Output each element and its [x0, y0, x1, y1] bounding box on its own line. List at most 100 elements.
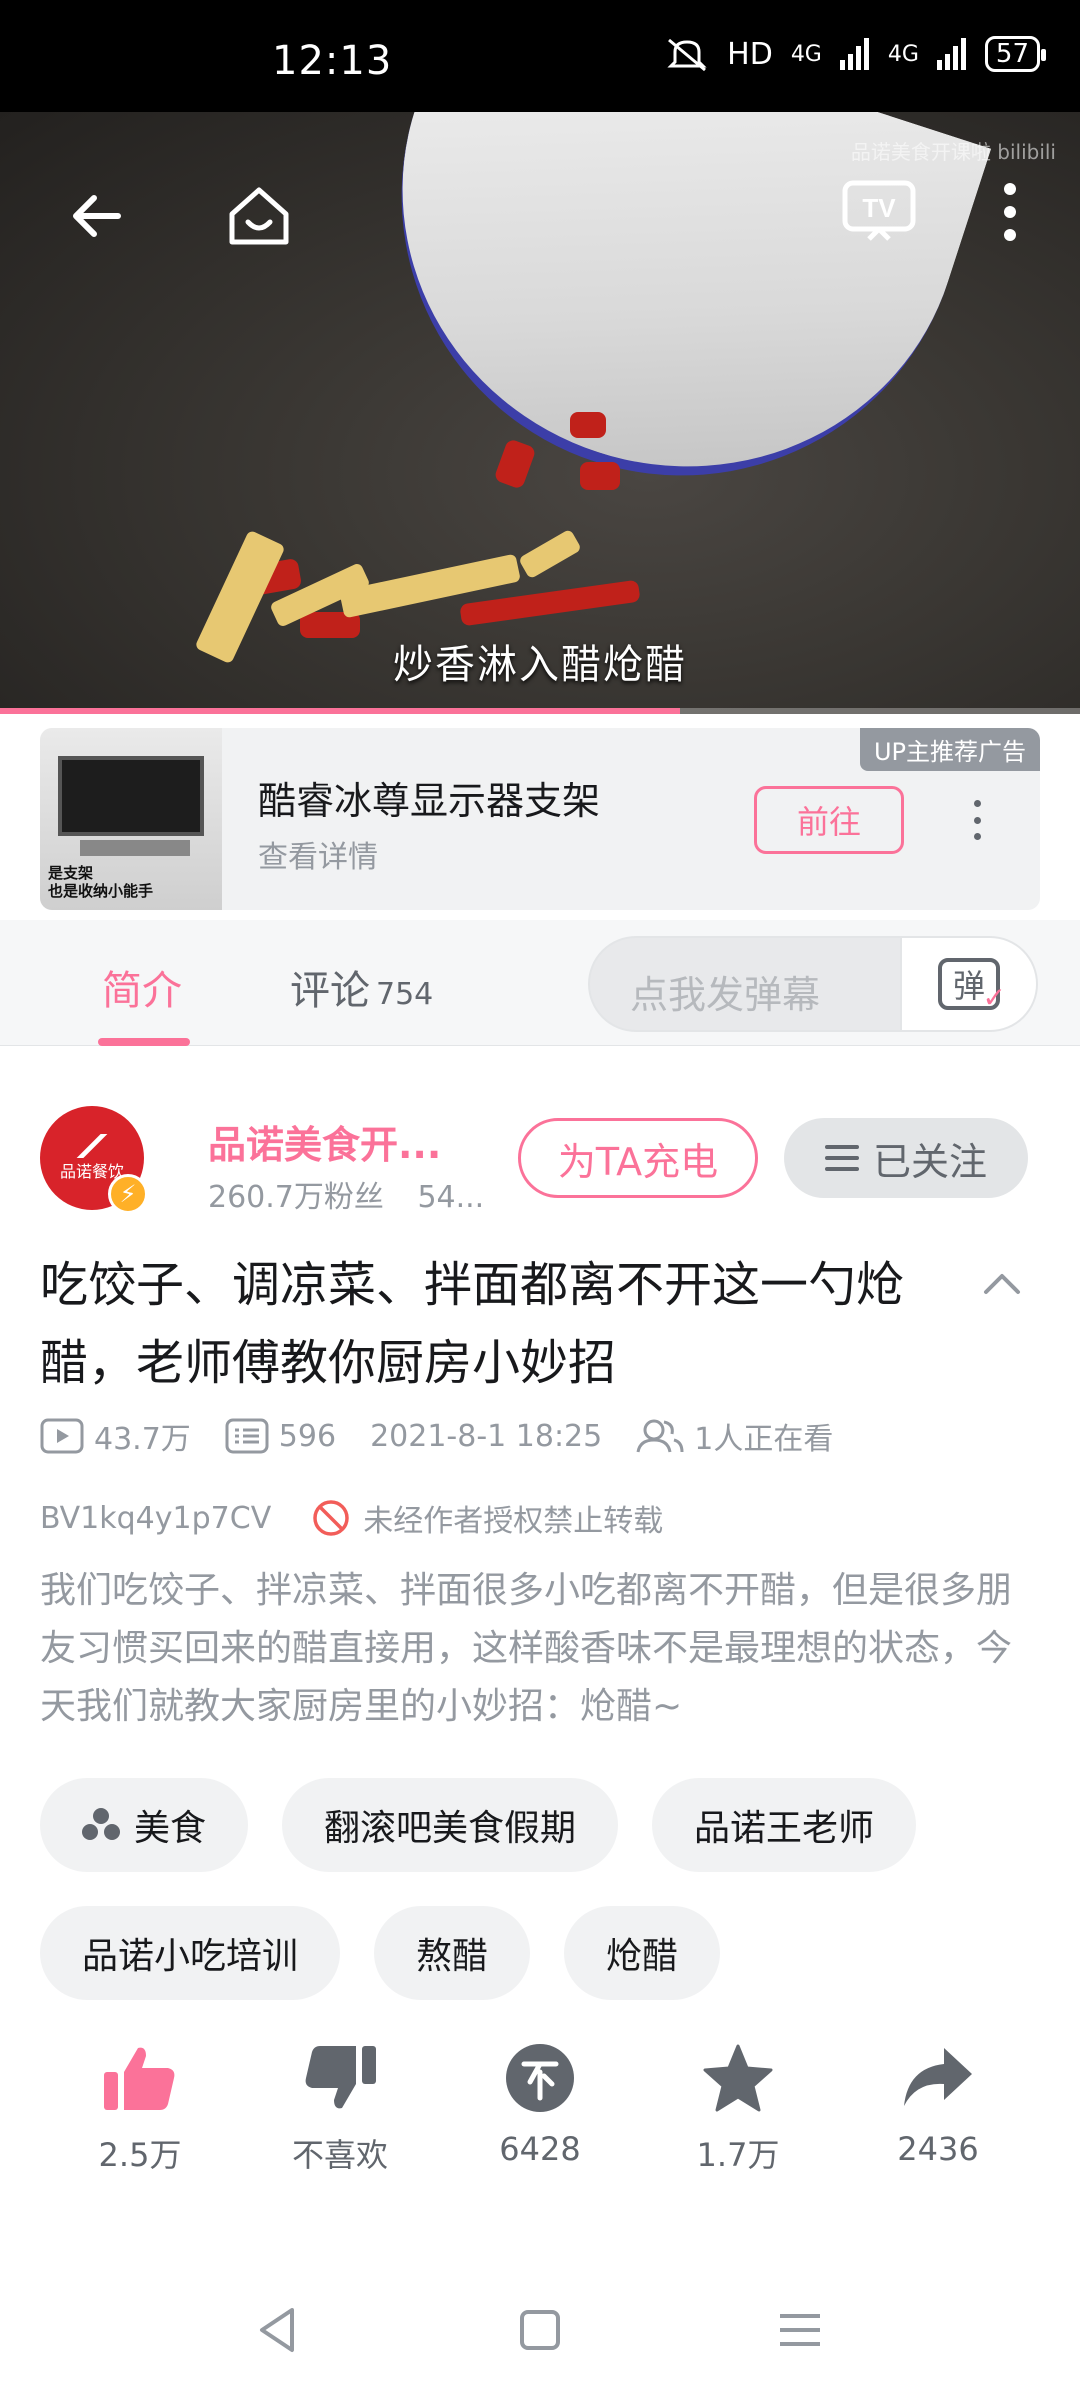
- video-frame-ginger: [518, 528, 582, 580]
- ad-go-button[interactable]: 前往: [754, 786, 904, 854]
- tag-item[interactable]: 品诺小吃培训: [40, 1906, 341, 2000]
- follow-label: 已关注: [872, 1139, 987, 1184]
- tag-category[interactable]: 美食: [40, 1778, 249, 1872]
- danmaku-settings-button[interactable]: 弹 ✓: [900, 938, 1036, 1030]
- tag-item[interactable]: 炝醋: [564, 1906, 721, 2000]
- publish-date: 2021-8-1 18:25: [370, 1419, 602, 1454]
- dislike-label: 不喜欢: [291, 2136, 388, 2174]
- tag-label: 炝醋: [606, 1936, 679, 1977]
- ad-thumbnail-caption: 是支架 也是收纳小能手: [48, 864, 153, 900]
- video-title: 吃饺子、调凉菜、拌面都离不开这一勺炝醋，老师傅教你厨房小妙招: [40, 1257, 905, 1391]
- tag-item[interactable]: 翻滚吧美食假期: [282, 1778, 619, 1872]
- status-bar: 12:13 HD 4G 4G 57: [0, 0, 1080, 112]
- chevron-up-icon[interactable]: [980, 1262, 1024, 1306]
- publish-date-value: 2021-8-1 18:25: [370, 1418, 603, 1454]
- coin-button[interactable]: 6428: [440, 2042, 640, 2168]
- tag-label: 熬醋: [416, 1936, 489, 1977]
- ad-thumbnail-stand: [80, 840, 190, 856]
- more-options-button[interactable]: [990, 172, 1030, 252]
- uploader-fans: 260.7万粉丝: [208, 1180, 384, 1215]
- ad-title: 酷睿冰尊显示器支架: [258, 779, 601, 823]
- ad-more-button[interactable]: [962, 790, 992, 850]
- play-count-icon: [40, 1418, 84, 1454]
- tag-item[interactable]: 熬醋: [374, 1906, 531, 2000]
- nav-home-icon[interactable]: [510, 2300, 570, 2360]
- battery-indicator: 57: [984, 36, 1047, 72]
- signal-icon: [936, 38, 966, 70]
- forbidden-icon: [313, 1500, 349, 1536]
- system-nav-bar: [0, 2260, 1080, 2400]
- tag-list: 美食 翻滚吧美食假期 品诺王老师 品诺小吃培训 熬醋 炝醋: [40, 1778, 1050, 2000]
- ad-card[interactable]: 是支架 也是收纳小能手 酷睿冰尊显示器支架 查看详情 前往 UP主推荐广告: [40, 728, 1040, 910]
- hd-label: HD: [727, 36, 773, 72]
- nav-recents-icon[interactable]: [770, 2300, 830, 2360]
- avatar[interactable]: 品诺餐饮 ⚡: [40, 1106, 148, 1214]
- action-bar: 2.5万 不喜欢 6428 1.7万 2436: [0, 2042, 1080, 2222]
- tab-comments-count: 754: [376, 977, 434, 1012]
- tab-comments[interactable]: 评论 754: [290, 958, 433, 1016]
- watching-count-value: 1人正在看: [694, 1422, 834, 1457]
- cast-tv-button[interactable]: TV: [838, 170, 920, 252]
- mute-icon: [667, 38, 707, 72]
- category-icon: [82, 1808, 120, 1842]
- share-button[interactable]: 2436: [838, 2042, 1038, 2168]
- signal-1-label: 4G: [790, 41, 822, 67]
- thumbs-up-icon: [104, 2047, 175, 2110]
- danmaku-input[interactable]: 点我发弹幕 弹 ✓: [588, 936, 1038, 1032]
- uploader-videos: 54...: [417, 1180, 485, 1215]
- follow-button[interactable]: 已关注: [784, 1118, 1028, 1198]
- signal-icon: [839, 38, 869, 70]
- favorite-count: 1.7万: [696, 2136, 780, 2174]
- home-icon: [229, 187, 289, 245]
- back-arrow-icon: [73, 195, 121, 237]
- watching-people-icon: [636, 1419, 684, 1453]
- danmaku-icon-label: 弹: [952, 967, 985, 1005]
- video-description: 我们吃饺子、拌凉菜、拌面很多小吃都离不开醋，但是很多朋友习惯买回来的醋直接用，这…: [40, 1570, 1013, 1727]
- video-frame-chili: [493, 438, 537, 490]
- thumbs-down-icon: [305, 2046, 376, 2109]
- watching-count: 1人正在看: [636, 1414, 833, 1458]
- video-watermark: 品诺美食开课啦 bilibili: [850, 140, 1056, 164]
- share-arrow-icon: [904, 2048, 972, 2106]
- ad-thumbnail: 是支架 也是收纳小能手: [40, 728, 222, 910]
- video-stats: 43.7万 596 2021-8-1 18:25 1人正在看: [40, 1414, 867, 1458]
- tag-label: 翻滚吧美食假期: [324, 1808, 577, 1849]
- tab-intro[interactable]: 简介: [102, 958, 182, 1016]
- tab-comments-label: 评论: [290, 968, 370, 1014]
- status-icons: HD 4G 4G 57: [665, 36, 1047, 72]
- bvid[interactable]: BV1kq4y1p7CV: [40, 1501, 271, 1536]
- avatar-logo: [67, 1134, 117, 1158]
- ad-thumb-caption-1: 是支架: [48, 864, 94, 882]
- play-count-value: 43.7万: [94, 1422, 191, 1457]
- tag-label: 品诺王老师: [694, 1808, 875, 1849]
- danmaku-count-icon: [225, 1418, 269, 1454]
- ad-thumbnail-monitor: [58, 756, 204, 836]
- coin-count: 6428: [499, 2130, 581, 2168]
- nav-back-icon[interactable]: [248, 2300, 308, 2360]
- uploader-name[interactable]: 品诺美食开...: [208, 1114, 441, 1169]
- signal-2-label: 4G: [887, 41, 919, 67]
- more-vertical-icon: [1004, 183, 1016, 241]
- danmaku-count-value: 596: [278, 1418, 337, 1454]
- uploader-row: 品诺餐饮 ⚡ 品诺美食开... 260.7万粉丝 54... 为TA充电 已关注: [40, 1106, 1040, 1226]
- coin-icon: [506, 2044, 574, 2112]
- ad-thumb-caption-2: 也是收纳小能手: [48, 882, 154, 900]
- ad-subtitle-link[interactable]: 查看详情: [258, 832, 378, 876]
- favorite-button[interactable]: 1.7万: [638, 2042, 838, 2176]
- back-button[interactable]: [56, 176, 136, 256]
- video-player[interactable]: 品诺美食开课啦 bilibili TV 炒香淋入醋炝醋: [0, 112, 1080, 714]
- charge-button[interactable]: 为TA充电: [518, 1118, 758, 1198]
- video-frame-chili: [570, 412, 606, 438]
- play-count: 43.7万: [40, 1414, 191, 1458]
- copyright-notice: 未经作者授权禁止转载: [311, 1496, 663, 1540]
- danmaku-placeholder: 点我发弹幕: [630, 973, 821, 1017]
- tag-item[interactable]: 品诺王老师: [652, 1778, 917, 1872]
- star-icon: [703, 2044, 773, 2112]
- tag-label: 美食: [134, 1808, 207, 1849]
- video-progress-fill: [0, 708, 681, 714]
- video-progress-bar[interactable]: [0, 708, 1080, 714]
- dislike-button[interactable]: 不喜欢: [240, 2042, 440, 2176]
- danmaku-icon: 弹 ✓: [938, 958, 1006, 1014]
- like-button[interactable]: 2.5万: [40, 2042, 240, 2176]
- home-button[interactable]: [214, 172, 304, 262]
